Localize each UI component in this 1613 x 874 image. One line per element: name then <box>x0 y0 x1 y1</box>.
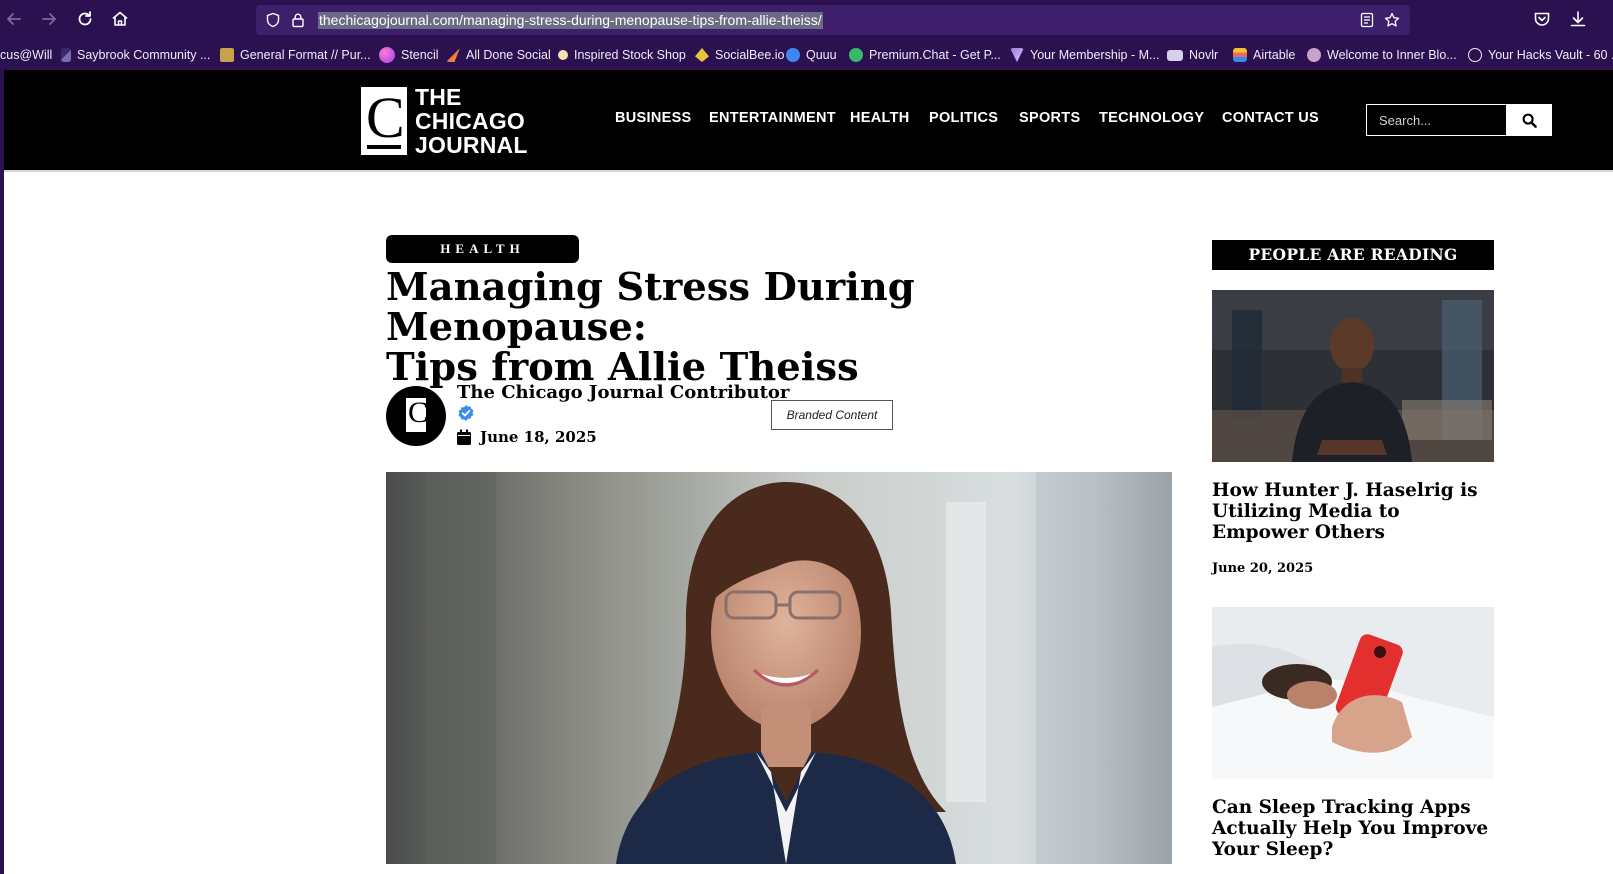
bookmark-item[interactable]: General Format // Pur... <box>220 46 371 64</box>
bookmark-item[interactable]: All Done Social <box>446 46 551 64</box>
article-hero-image <box>386 472 1172 864</box>
bookmark-label: SocialBee.io <box>715 48 785 62</box>
bookmark-favicon-icon <box>1233 48 1247 62</box>
address-bar[interactable]: thechicagojournal.com/managing-stress-du… <box>256 5 1410 35</box>
bookmark-item[interactable]: cus@Will <box>0 46 52 64</box>
shield-icon[interactable] <box>265 12 281 28</box>
web-page: C THE CHICAGO JOURNAL BUSINESS ENTERTAIN… <box>0 70 1613 874</box>
sidebar-post-image[interactable] <box>1212 607 1494 779</box>
calendar-icon <box>457 429 471 445</box>
bookmark-item[interactable]: Saybrook Community ... <box>61 46 210 64</box>
article-title: Managing Stress During Menopause: Tips f… <box>386 268 1166 388</box>
publish-date: June 18, 2025 <box>480 428 597 446</box>
nav-politics[interactable]: POLITICS <box>929 110 998 130</box>
bookmark-label: Quuu <box>806 48 837 62</box>
pocket-button[interactable] <box>1532 9 1552 29</box>
back-button[interactable] <box>4 9 24 29</box>
bookmark-label: Your Membership - M... <box>1030 48 1160 62</box>
bookmark-favicon-icon <box>786 48 800 62</box>
author-name[interactable]: The Chicago Journal Contributor <box>457 382 789 404</box>
logo-line: CHICAGO <box>415 108 526 134</box>
bookmark-item[interactable]: Premium.Chat - Get P... <box>849 46 1001 64</box>
sidebar-heading: PEOPLE ARE READING <box>1212 240 1494 270</box>
category-badge[interactable]: HEALTH <box>386 235 579 263</box>
url-text[interactable]: thechicagojournal.com/managing-stress-du… <box>318 12 823 29</box>
bookmark-favicon-icon <box>558 50 568 60</box>
nav-contact-us[interactable]: CONTACT US <box>1222 110 1319 130</box>
bookmark-item[interactable]: Your Hacks Vault - 60 ... <box>1468 46 1613 64</box>
arrow-left-icon <box>7 13 21 25</box>
reload-button[interactable] <box>75 9 95 29</box>
nav-health[interactable]: HEALTH <box>850 110 910 130</box>
bookmark-label: Welcome to Inner Blo... <box>1327 48 1457 62</box>
window-edge <box>0 70 4 874</box>
lock-icon[interactable] <box>290 12 306 28</box>
bookmark-favicon-icon <box>61 48 71 62</box>
nav-entertainment[interactable]: ENTERTAINMENT <box>709 110 836 130</box>
bookmark-favicon-icon <box>220 48 234 62</box>
reader-view-icon[interactable] <box>1359 12 1375 28</box>
site-search <box>1366 104 1507 136</box>
search-input[interactable] <box>1367 105 1506 135</box>
bookmark-label: Saybrook Community ... <box>77 48 211 62</box>
site-logo[interactable]: C THE CHICAGO JOURNAL <box>361 85 541 157</box>
downloads-button[interactable] <box>1568 9 1588 29</box>
bookmark-favicon-icon <box>849 48 863 62</box>
logo-mark-icon: C <box>361 87 407 155</box>
home-button[interactable] <box>110 9 130 29</box>
logo-line: JOURNAL <box>415 132 528 158</box>
bookmark-favicon-icon <box>379 47 395 63</box>
bookmark-favicon-icon <box>1010 48 1024 62</box>
forward-button[interactable] <box>39 9 59 29</box>
bookmark-favicon-icon <box>1307 48 1321 62</box>
bookmark-item[interactable]: Inspired Stock Shop <box>558 46 686 64</box>
reload-icon <box>78 11 92 26</box>
verified-badge-icon <box>457 404 475 422</box>
home-icon <box>112 11 128 26</box>
bookmark-label: cus@Will <box>0 48 53 62</box>
globe-icon <box>1468 48 1482 62</box>
sidebar-post-title[interactable]: How Hunter J. Haselrig is Utilizing Medi… <box>1212 480 1494 543</box>
bookmarks-bar: cus@Will Saybrook Community ... General … <box>0 38 1613 70</box>
bookmark-favicon-icon <box>446 48 460 62</box>
sidebar-post-date: June 20, 2025 <box>1212 561 1314 576</box>
sidebar-post-title[interactable]: Can Sleep Tracking Apps Actually Help Yo… <box>1212 797 1494 860</box>
bookmark-favicon-icon <box>1167 49 1183 61</box>
bookmark-item[interactable]: Your Membership - M... <box>1010 46 1159 64</box>
nav-sports[interactable]: SPORTS <box>1019 110 1080 130</box>
author-avatar[interactable]: C <box>386 386 446 446</box>
bookmark-item[interactable]: Welcome to Inner Blo... <box>1307 46 1457 64</box>
bookmark-item[interactable]: Stencil <box>379 46 439 64</box>
bookmark-item[interactable]: Airtable <box>1233 46 1295 64</box>
bookmark-label: Premium.Chat - Get P... <box>869 48 1001 62</box>
bookmark-item[interactable]: SocialBee.io <box>695 46 785 64</box>
bookmark-label: Stencil <box>401 48 439 62</box>
sidebar-post-image[interactable] <box>1212 290 1494 462</box>
logo-text: THE CHICAGO JOURNAL <box>415 85 528 157</box>
search-button[interactable] <box>1507 104 1552 136</box>
bookmark-item[interactable]: Novlr <box>1167 46 1218 64</box>
logo-line: THE <box>415 84 462 110</box>
title-line: Managing Stress During Menopause: <box>386 265 915 350</box>
bookmark-star-icon[interactable] <box>1384 12 1400 28</box>
pocket-icon <box>1534 12 1550 26</box>
nav-technology[interactable]: TECHNOLOGY <box>1099 110 1204 130</box>
branded-content-badge: Branded Content <box>771 400 893 430</box>
bookmark-label: General Format // Pur... <box>240 48 371 62</box>
logo-mark-icon: C <box>406 396 428 432</box>
bookmark-item[interactable]: Quuu <box>786 46 837 64</box>
bookmark-favicon-icon <box>695 48 709 62</box>
search-icon <box>1522 113 1537 128</box>
browser-toolbar: thechicagojournal.com/managing-stress-du… <box>0 0 1613 38</box>
nav-business[interactable]: BUSINESS <box>615 110 692 130</box>
bookmark-label: Inspired Stock Shop <box>574 48 686 62</box>
bookmark-label: Airtable <box>1253 48 1296 62</box>
bookmark-label: Novlr <box>1189 48 1219 62</box>
arrow-right-icon <box>42 13 56 25</box>
bookmark-label: Your Hacks Vault - 60 ... <box>1488 48 1613 62</box>
bookmark-label: All Done Social <box>466 48 551 62</box>
site-header: C THE CHICAGO JOURNAL BUSINESS ENTERTAIN… <box>4 70 1613 172</box>
download-icon <box>1570 11 1586 27</box>
